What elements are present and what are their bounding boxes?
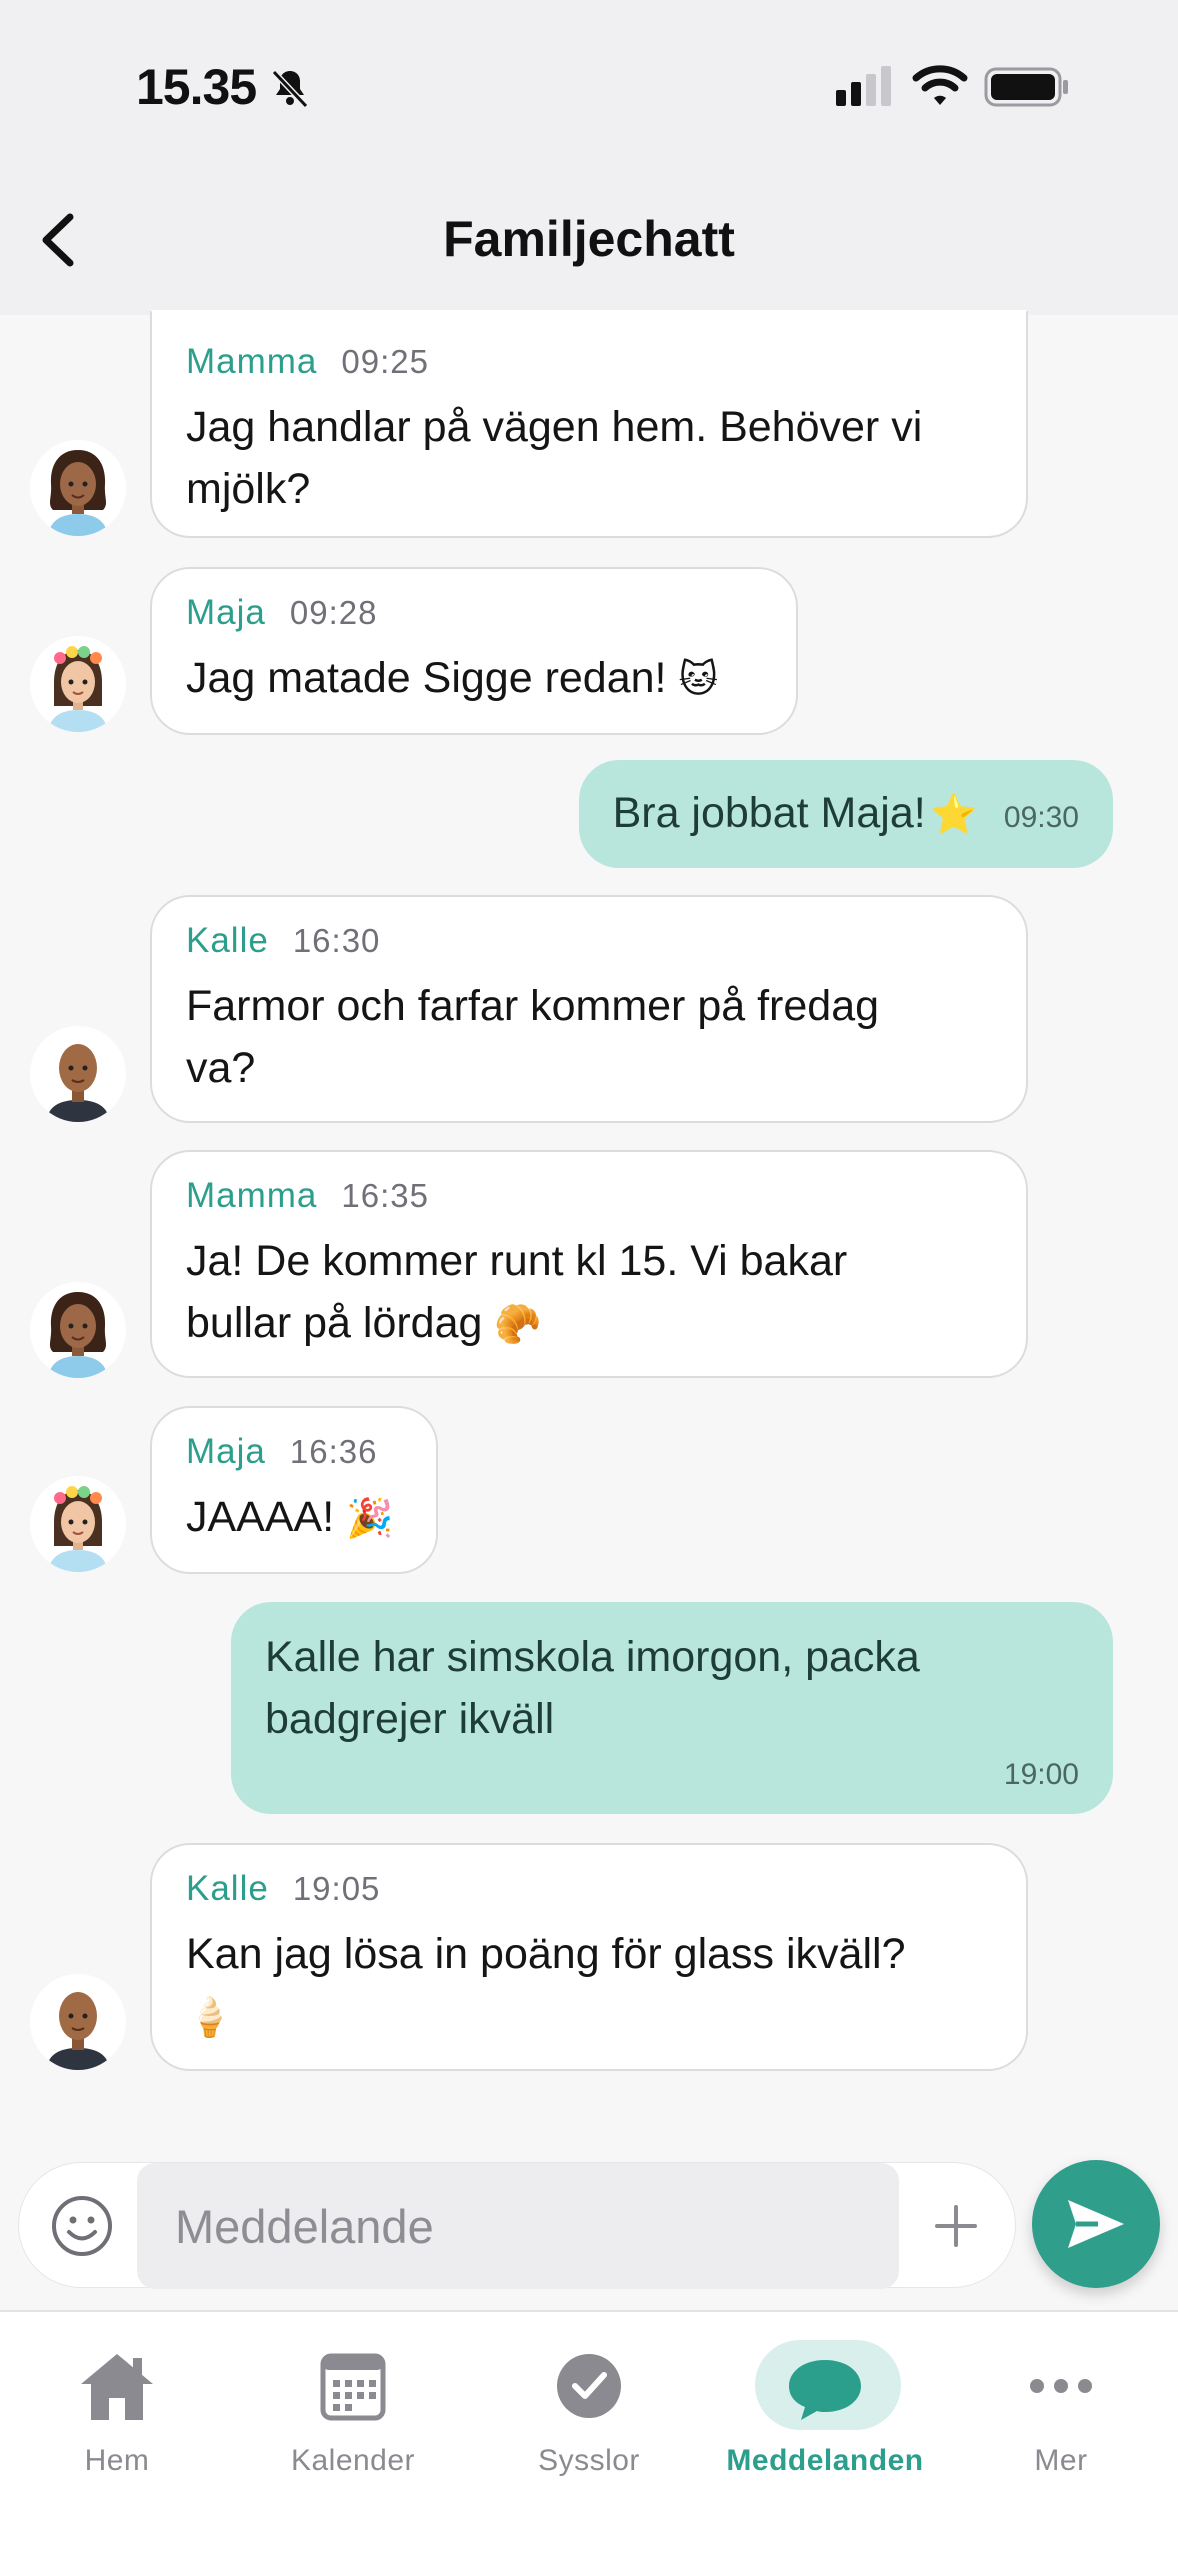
avatar-mamma (30, 1282, 126, 1378)
message-text: JAAAA! 🎉 (186, 1493, 394, 1541)
message-bubble[interactable]: Mamma 09:25 Jag handlar på vägen hem. Be… (150, 310, 1028, 538)
tab-label: Mer (1034, 2444, 1088, 2477)
tab-meddelanden[interactable]: Meddelanden (715, 2312, 935, 2512)
tab-kalender[interactable]: Kalender (243, 2312, 463, 2512)
send-button[interactable] (1032, 2160, 1160, 2288)
home-indicator (390, 2520, 790, 2532)
message-text: Jag handlar på vägen hem. Behöver vi mjö… (186, 403, 923, 513)
avatar-kalle (30, 1974, 126, 2070)
emoji-picker-icon[interactable] (49, 2193, 115, 2259)
message-input[interactable] (137, 2163, 899, 2289)
cellular-signal-icon (836, 66, 891, 106)
message-text: Farmor och farfar kommer på fredag va? (186, 982, 880, 1092)
message-time: 09:25 (341, 343, 429, 380)
cat-emoji: 🐱 (678, 657, 719, 701)
message-text: Kan jag lösa in poäng för glass ikväll? … (186, 1930, 906, 2039)
sender-name: Mamma (186, 342, 318, 381)
tab-label: Kalender (290, 2444, 416, 2477)
send-icon (1068, 2200, 1124, 2248)
message-text: Kalle har simskola imorgon, packa badgre… (265, 1633, 920, 1743)
calendar-icon (320, 2353, 386, 2421)
sender-name: Kalle (186, 921, 269, 960)
message-bubble[interactable]: Maja 16:36 JAAAA! 🎉 (150, 1406, 438, 1574)
battery-icon (984, 67, 1068, 107)
message-bubble[interactable]: Mamma 16:35 Ja! De kommer runt kl 15. Vi… (150, 1150, 1028, 1378)
avatar-kalle (30, 1026, 126, 1122)
message-time: 09:28 (289, 594, 378, 631)
message-text: Bra jobbat Maja! (612, 789, 926, 837)
message-composer (18, 2162, 1016, 2289)
message-text: Jag matade Sigge redan! 🐱 (186, 654, 719, 702)
tab-label: Sysslor (538, 2444, 640, 2477)
message-bubble[interactable]: Kalle 16:30 Farmor och farfar kommer på … (150, 895, 1028, 1123)
message-time: 19:05 (292, 1870, 381, 1907)
sender-name: Maja (186, 593, 266, 632)
sender-name: Mamma (186, 1176, 318, 1215)
avatar-mamma (30, 440, 126, 536)
tab-label: Meddelanden (726, 2444, 924, 2477)
outgoing-message-bubble[interactable]: Kalle har simskola imorgon, packa badgre… (231, 1602, 1113, 1814)
outgoing-message-bubble[interactable]: Bra jobbat Maja! ⭐ 09:30 (578, 760, 1113, 868)
sender-name: Kalle (186, 1869, 269, 1908)
message-time: 16:30 (292, 922, 381, 959)
tab-label: Hem (84, 2444, 150, 2477)
message-time: 16:35 (341, 1177, 429, 1214)
message-time: 19:00 (1003, 1758, 1079, 1791)
status-time: 15.35 (136, 59, 257, 115)
plus-icon[interactable] (931, 2201, 981, 2251)
message-time: 09:30 (1003, 801, 1079, 834)
chat-bubble-icon (789, 2360, 861, 2420)
message-text: Ja! De kommer runt kl 15. Vi bakar bulla… (186, 1237, 848, 1347)
avatar-maja (30, 1476, 126, 1572)
tab-sysslor[interactable]: Sysslor (479, 2312, 699, 2512)
party-popper-emoji: 🎉 (346, 1496, 394, 1540)
top-bar: 15.35 Familjechatt (0, 0, 1178, 315)
message-bubble[interactable]: Maja 09:28 Jag matade Sigge redan! 🐱 (150, 567, 798, 735)
tab-mer[interactable]: Mer (951, 2312, 1171, 2512)
message-bubble[interactable]: Kalle 19:05 Kan jag lösa in poäng för gl… (150, 1843, 1028, 2071)
page-title: Familjechatt (443, 211, 735, 267)
avatar-maja (30, 636, 126, 732)
star-emoji: ⭐ (930, 792, 978, 836)
sender-name: Maja (186, 1432, 266, 1471)
checkmark-circle-icon (557, 2354, 621, 2418)
message-time: 16:36 (289, 1433, 378, 1470)
more-dots-icon (1030, 2379, 1092, 2393)
house-icon (81, 2354, 153, 2420)
wifi-icon (912, 65, 968, 105)
bell-muted-icon (271, 69, 309, 109)
croissant-emoji: 🥐 (494, 1302, 542, 1346)
tab-hem[interactable]: Hem (7, 2312, 227, 2512)
ice-cream-emoji: 🍦 (186, 1995, 234, 2039)
